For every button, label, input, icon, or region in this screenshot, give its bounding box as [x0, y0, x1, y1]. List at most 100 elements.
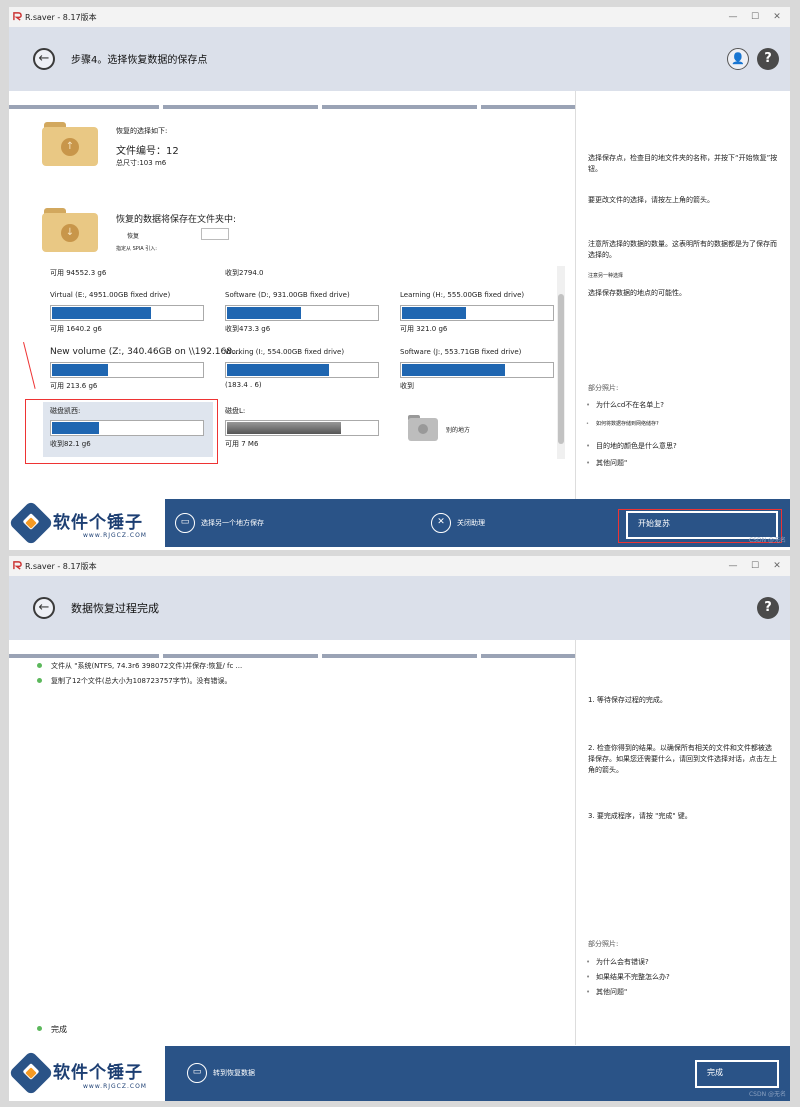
- destination-folder-label: 恢复: [127, 233, 140, 240]
- close-window-button[interactable]: ✕: [768, 11, 786, 23]
- title-bar: R.saver - 8.17版本 — ☐ ✕: [9, 7, 790, 27]
- drive-free: 收到473.3 g6: [225, 325, 271, 333]
- help-link[interactable]: 如果结果不完整怎么办?: [586, 972, 776, 983]
- watermark-text: CSDN @无名: [748, 537, 786, 544]
- goto-recovered-data-button[interactable]: ▭ 转到恢复数据: [187, 1063, 255, 1083]
- drive-free: 可用 94552.3 g6: [50, 269, 107, 277]
- user-icon[interactable]: 👤: [727, 48, 749, 70]
- red-annotation-arrow: [23, 342, 36, 389]
- rsaver-window-step4: R.saver - 8.17版本 — ☐ ✕ ← 步骤4。选择恢复数据的保存点 …: [9, 7, 790, 550]
- close-assistant-button[interactable]: ✕ 关闭助理: [431, 513, 485, 533]
- drive-free: 收到: [400, 382, 414, 390]
- back-arrow-button[interactable]: ←: [33, 48, 55, 70]
- drives-scrollbar[interactable]: [557, 266, 565, 459]
- drive-usage-bar: [50, 362, 204, 378]
- drive-label: 磁盘L:: [225, 407, 246, 415]
- back-arrow-button[interactable]: ←: [33, 597, 55, 619]
- help-text: 选择保存点，检查目的地文件夹的名称，并按下“开始恢复”按钮。: [588, 154, 778, 173]
- brand-watermark: 软件个锤子 www.RJGCZ.COM: [9, 499, 165, 547]
- help-text: 注意所选择的数据的数量。这表明所有的数据都是为了保存而选择的。: [588, 240, 777, 259]
- file-count-label: 文件编号：: [116, 146, 166, 157]
- help-links-title: 部分照片:: [588, 384, 619, 392]
- title-bar: R.saver - 8.17版本 — ☐ ✕: [9, 556, 790, 576]
- maximize-button[interactable]: ☐: [746, 560, 764, 572]
- scrollbar-thumb[interactable]: [558, 294, 564, 444]
- help-text: 注意另一种选择: [588, 273, 624, 279]
- drive-free: 可用 321.0 g6: [400, 325, 448, 333]
- assistant-panel: 选择保存点，检查目的地文件夹的名称，并按下“开始恢复”按钮。 要更改文件的选择，…: [575, 91, 790, 499]
- divider-3: [322, 105, 477, 109]
- total-size: 总尺寸:103 m6: [116, 159, 167, 167]
- folder-icon: ▭: [187, 1063, 207, 1083]
- help-link[interactable]: 为什么会有错误?: [586, 957, 776, 968]
- brand-watermark: 软件个锤子 www.RJGCZ.COM: [9, 1046, 165, 1101]
- help-link[interactable]: 目的地的颜色是什么意思?: [586, 441, 776, 452]
- drive-usage-bar: [400, 362, 554, 378]
- drive-free: 可用 213.6 g6: [50, 382, 98, 390]
- help-link[interactable]: 其他问题": [586, 987, 776, 998]
- help-link[interactable]: 如何将数据存储到网络储存?: [586, 419, 776, 430]
- divider-3: [322, 654, 477, 658]
- destination-caption: 恢复的数据将保存在文件夹中:: [116, 215, 237, 225]
- watermark-text: CSDN @无名: [748, 1091, 786, 1098]
- file-count-value: 12: [166, 146, 179, 157]
- help-text: 1. 等待保存过程的完成。: [588, 696, 667, 704]
- page-title: 步骤4。选择恢复数据的保存点: [71, 55, 208, 66]
- log-line: 文件从 "系统(NTFS, 74.3r6 398072文件)并保存:恢复/ fc…: [37, 661, 242, 671]
- drive-label: New volume (Z:, 340.46GB on \\192.168...: [50, 347, 241, 357]
- drive-free: 可用 1640.2 g6: [50, 325, 102, 333]
- divider-1: [9, 105, 159, 109]
- destination-folder-input[interactable]: [201, 228, 229, 240]
- help-text: 3. 要完成程序，请按 "完成" 键。: [588, 812, 692, 820]
- help-text: 2. 检查你得到的结果。以确保所有相关的文件和文件都被选择保存。如果您还需要什么…: [588, 744, 777, 774]
- drive-free: 收到2794.0: [225, 269, 264, 277]
- drive-usage-bar: [400, 305, 554, 321]
- red-highlight-box: [25, 399, 218, 464]
- other-place-label[interactable]: 别的地方: [446, 425, 470, 434]
- brand-logo-icon: [9, 1050, 54, 1096]
- maximize-button[interactable]: ☐: [746, 11, 764, 23]
- drive-label: Virtual (E:, 4951.00GB fixed drive): [50, 291, 171, 299]
- help-icon[interactable]: ?: [757, 597, 779, 619]
- minimize-button[interactable]: —: [724, 560, 742, 572]
- minimize-button[interactable]: —: [724, 11, 742, 23]
- folder-icon: ▭: [175, 513, 195, 533]
- divider-2: [163, 654, 318, 658]
- assistant-panel: 1. 等待保存过程的完成。 2. 检查你得到的结果。以确保所有相关的文件和文件都…: [575, 640, 790, 1045]
- drive-usage-bar: [225, 362, 379, 378]
- brand-name: 软件个锤子: [53, 1063, 143, 1083]
- status-complete: 完成: [37, 1024, 67, 1035]
- source-folder-icon: ↑: [42, 122, 98, 166]
- close-window-button[interactable]: ✕: [768, 560, 786, 572]
- brand-url: www.RJGCZ.COM: [83, 1083, 147, 1090]
- brand-logo-icon: [9, 500, 54, 546]
- step-header: ← 步骤4。选择恢复数据的保存点 👤 ?: [9, 27, 790, 109]
- rsaver-window-complete: R.saver - 8.17版本 — ☐ ✕ ← 数据恢复过程完成 ? 文件从 …: [9, 556, 790, 1101]
- app-logo-icon: [13, 561, 22, 570]
- brand-name: 软件个锤子: [53, 513, 143, 533]
- source-caption: 恢复的选择如下:: [116, 127, 168, 135]
- other-place-folder-icon[interactable]: [408, 415, 438, 441]
- help-link[interactable]: 其他问题": [586, 458, 776, 469]
- help-text: 选择保存数据的地点的可能性。: [588, 289, 686, 297]
- help-icon[interactable]: ?: [757, 48, 779, 70]
- app-title: R.saver - 8.17版本: [25, 13, 97, 22]
- destination-note: 指定从 SPIA 引入:: [116, 246, 157, 252]
- divider-1: [9, 654, 159, 658]
- close-icon: ✕: [431, 513, 451, 533]
- app-logo-icon: [13, 12, 22, 21]
- drive-usage-bar: [50, 305, 204, 321]
- help-text: 要更改文件的选择，请按左上角的箭头。: [588, 196, 714, 204]
- help-link[interactable]: 为什么cd不在名单上?: [586, 400, 776, 411]
- goto-label: 转到恢复数据: [213, 1069, 255, 1077]
- done-button[interactable]: 完成: [695, 1060, 779, 1088]
- close-assistant-label: 关闭助理: [457, 519, 485, 527]
- drive-usage-bar: [225, 420, 379, 436]
- drive-label: Working (I:, 554.00GB fixed drive): [225, 348, 345, 356]
- file-count-row: 文件编号：12: [116, 142, 179, 157]
- choose-other-location-button[interactable]: ▭ 选择另一个地方保存: [175, 513, 264, 533]
- help-links-title: 部分照片:: [588, 940, 619, 948]
- footer-bar: 软件个锤子 www.RJGCZ.COM ▭ 选择另一个地方保存 ✕ 关闭助理 开…: [9, 499, 790, 547]
- divider-2: [163, 105, 318, 109]
- log-line: 复制了12个文件(总大小为108723757字节)。没有错误。: [37, 676, 231, 686]
